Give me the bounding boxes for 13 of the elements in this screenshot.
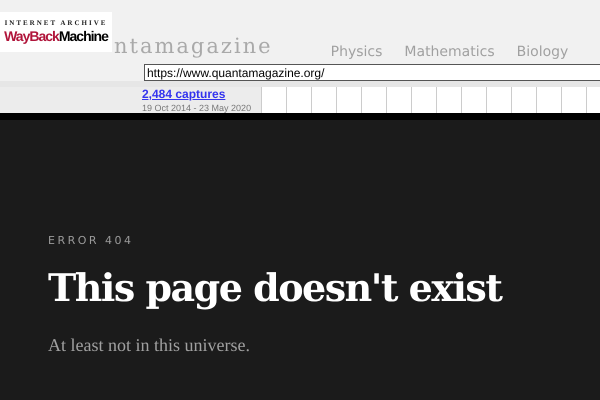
captures-link[interactable]: 2,484 captures bbox=[142, 87, 261, 101]
error-message: At least not in this universe. bbox=[48, 335, 251, 356]
error-code: ERROR 404 bbox=[48, 234, 135, 247]
site-brand[interactable]: ntamagazine bbox=[114, 34, 273, 58]
logo-wordmark: Machine bbox=[58, 27, 108, 45]
url-field[interactable]: https://www.quantamagazine.org/ bbox=[144, 64, 600, 81]
nav-link[interactable]: Physics bbox=[330, 44, 382, 60]
error-title: This page doesn't exist bbox=[48, 265, 504, 311]
capture-calendar[interactable] bbox=[261, 87, 600, 113]
nav-link[interactable]: Mathematics bbox=[404, 44, 495, 60]
logo-wordmark: WayBack bbox=[4, 27, 59, 45]
date-range: 19 Oct 2014 - 23 May 2020 bbox=[142, 103, 252, 113]
nav-link[interactable]: Biology bbox=[516, 44, 568, 60]
